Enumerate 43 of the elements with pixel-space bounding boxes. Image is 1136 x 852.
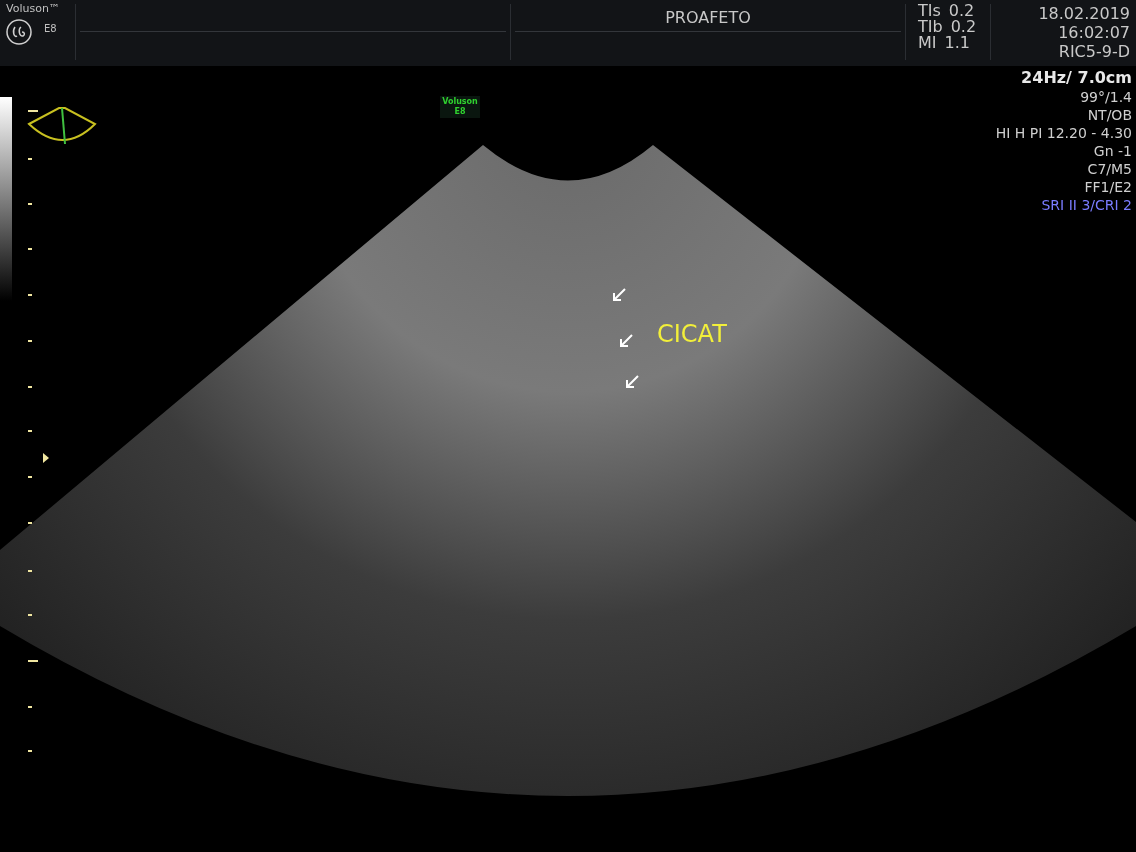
depth-tick <box>28 294 32 296</box>
setting-text: FF1/E2 <box>1084 178 1132 196</box>
depth-tick <box>28 386 32 388</box>
depth-tick <box>28 750 32 752</box>
depth-tick <box>28 522 32 524</box>
depth-tick <box>28 430 32 432</box>
depth-tick <box>28 110 38 112</box>
device-model: E8 <box>454 107 466 117</box>
index-value: 0.2 <box>950 17 977 36</box>
device-brand: Voluson <box>442 97 478 107</box>
depth-tick <box>28 570 32 572</box>
depth-tick <box>28 203 32 205</box>
arrow-icon <box>619 334 633 348</box>
setting-text: NT/OB <box>1087 106 1132 124</box>
setting-text: Gn -1 <box>1093 142 1132 160</box>
patient-name: PROAFETO <box>665 8 751 27</box>
depth-tick <box>28 614 32 616</box>
arrow-icon <box>612 288 626 302</box>
setting-text: SRI II 3/CRI 2 <box>1041 196 1132 214</box>
depth-tick <box>28 340 32 342</box>
index-label: MI <box>918 33 937 52</box>
index-label: TIs <box>918 1 941 20</box>
index-label: TIb <box>918 17 943 36</box>
brand-name: Voluson™ <box>6 2 61 15</box>
index-value: 1.1 <box>944 33 970 52</box>
logo-icon <box>6 19 32 45</box>
setting-text: HI H PI 12.20 - 4.30 <box>995 124 1132 142</box>
depth-tick <box>28 476 32 478</box>
depth-tick <box>28 158 32 160</box>
depth-tick <box>28 248 32 250</box>
model-name: E8 <box>44 23 57 34</box>
annotation-text: CICAT <box>657 320 727 348</box>
index-value: 0.2 <box>948 1 975 20</box>
depth-tick <box>28 706 32 708</box>
probe-name: RIC5-9-D <box>1058 42 1130 61</box>
setting-text: C7/M5 <box>1087 160 1132 178</box>
arrow-icon <box>625 375 639 389</box>
setting-text: 24Hz/ 7.0cm <box>1021 68 1132 88</box>
setting-text: 99°/1.4 <box>1080 88 1132 106</box>
date-text: 18.02.2019 <box>1038 4 1130 23</box>
focus-marker-icon <box>43 453 49 463</box>
time-text: 16:02:07 <box>1058 23 1130 42</box>
depth-tick <box>28 660 38 662</box>
